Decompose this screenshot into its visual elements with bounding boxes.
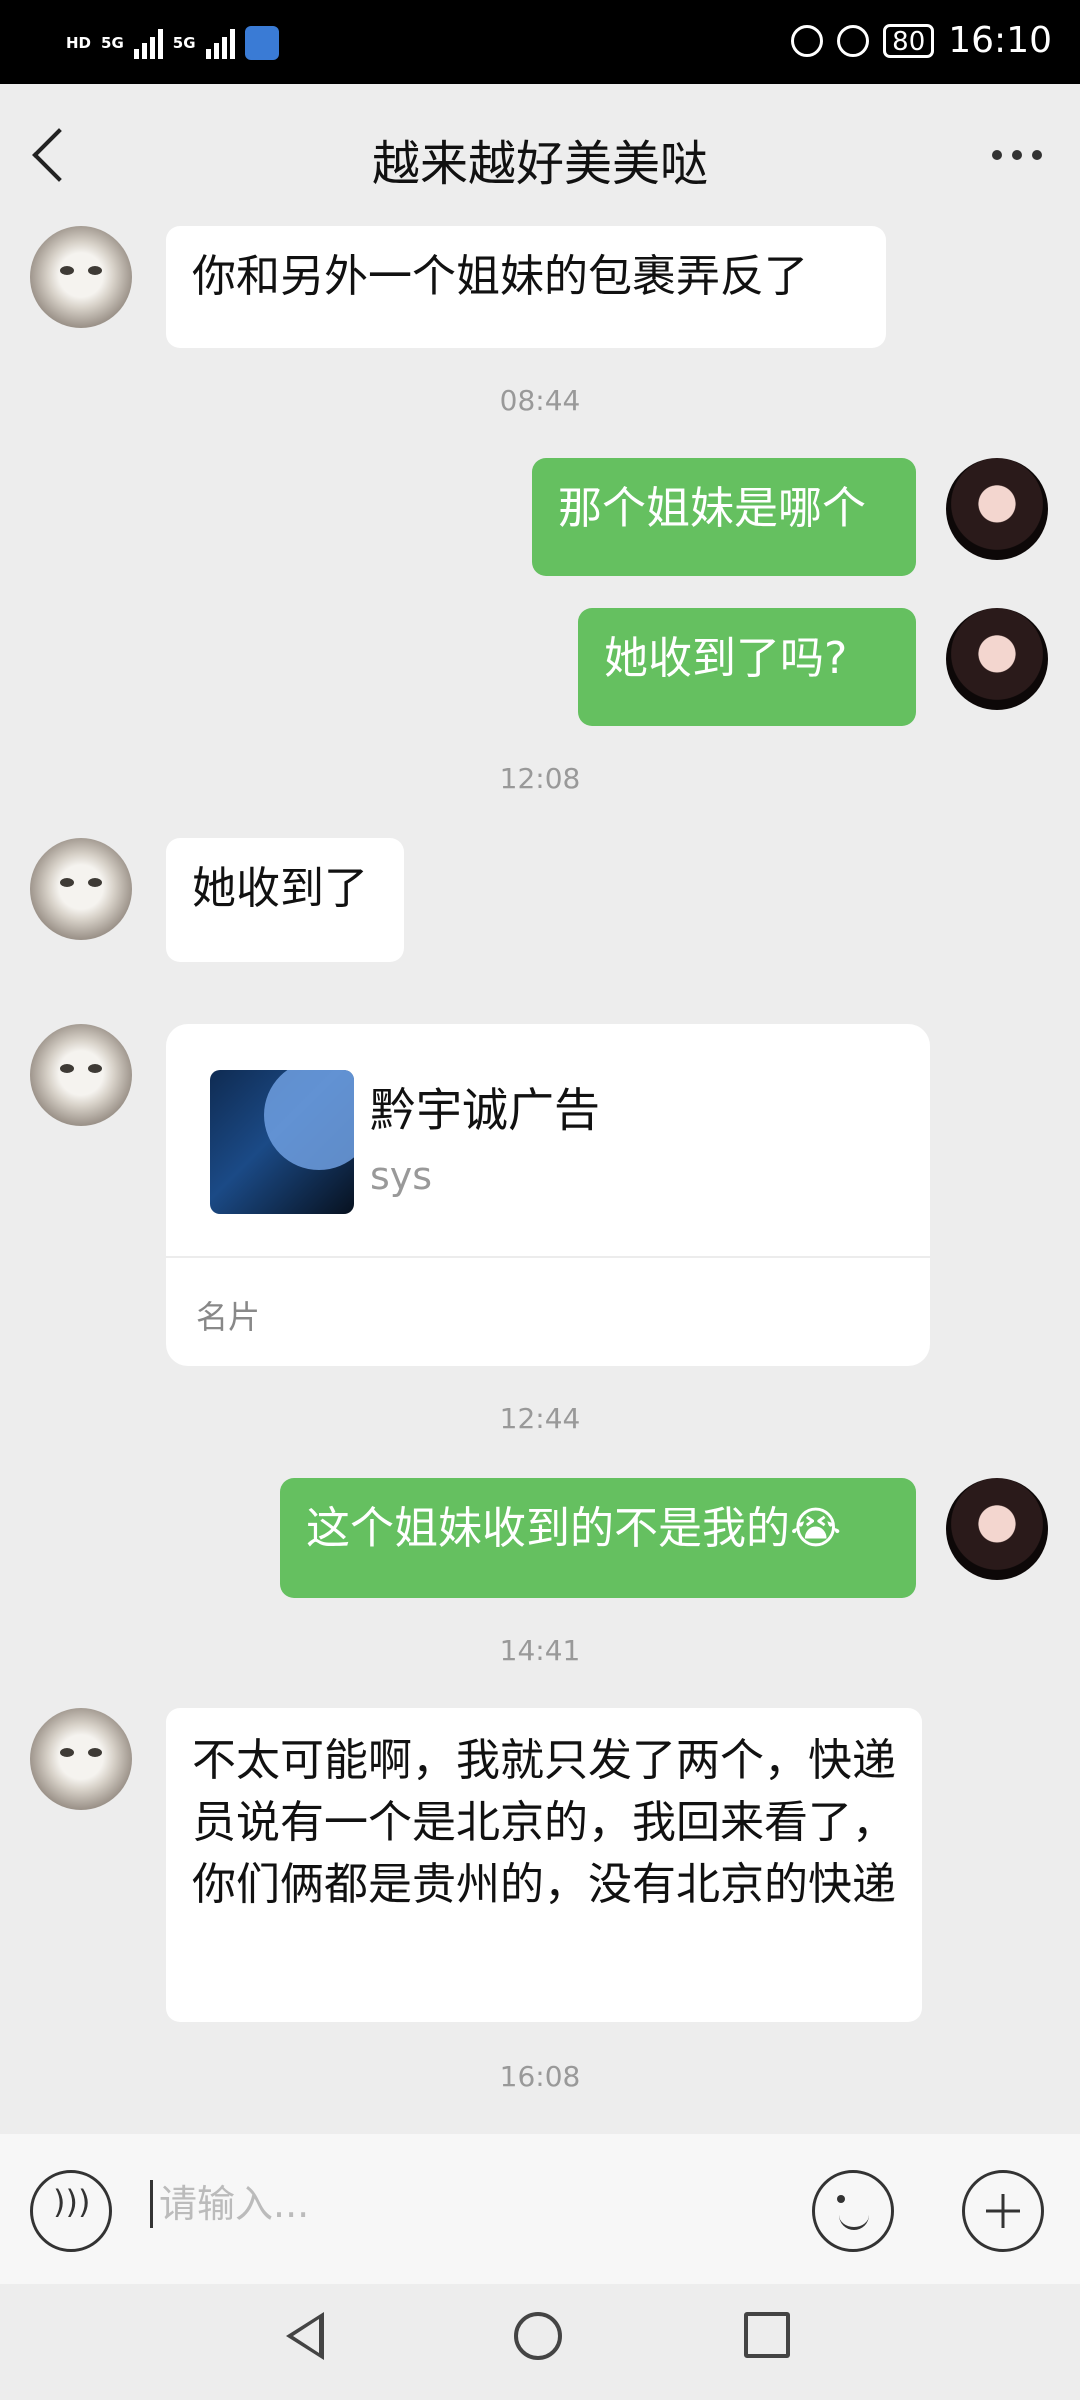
battery-indicator: 80 — [883, 23, 935, 58]
outgoing-message[interactable]: 那个姐妹是哪个 — [532, 458, 916, 576]
timestamp: 14:41 — [499, 1634, 581, 1667]
status-right: 80 16:10 — [791, 20, 1052, 61]
more-dots-icon[interactable] — [982, 140, 1052, 170]
app-notification-icon — [244, 26, 279, 60]
voice-icon[interactable] — [30, 2170, 112, 2252]
incoming-message[interactable]: 你和另外一个姐妹的包裹弄反了 — [166, 226, 886, 348]
signal-icon-2 — [205, 27, 235, 59]
status-time: 16:10 — [948, 20, 1052, 61]
card-subtitle: sys — [370, 1154, 433, 1198]
incoming-message[interactable]: 不太可能啊，我就只发了两个，快递员说有一个是北京的，我回来看了，你们俩都是贵州的… — [166, 1708, 922, 2022]
contact-avatar[interactable] — [30, 226, 132, 328]
hd-label: HD — [66, 34, 92, 52]
contact-avatar[interactable] — [30, 1024, 132, 1126]
timestamp: 08:44 — [499, 384, 581, 417]
nav-home-icon[interactable] — [514, 2312, 562, 2360]
data-saver-icon — [791, 24, 824, 57]
card-thumbnail — [210, 1070, 354, 1214]
card-type-label: 名片 — [196, 1298, 261, 1336]
contact-avatar[interactable] — [30, 838, 132, 940]
timestamp: 16:08 — [499, 2060, 581, 2093]
contact-avatar[interactable] — [30, 1708, 132, 1810]
5g-label-2: 5G — [172, 34, 196, 52]
timestamp: 12:44 — [499, 1402, 581, 1435]
alarm-icon — [837, 24, 870, 57]
status-bar: HD 5G 5G 80 16:10 — [0, 0, 1080, 84]
5g-label: 5G — [101, 34, 124, 52]
chat-title: 越来越好美美哒 — [371, 136, 708, 192]
emoji-icon[interactable] — [812, 2170, 894, 2252]
card-name: 黔宇诚广告 — [370, 1083, 600, 1137]
nav-back-icon[interactable] — [286, 2312, 324, 2360]
status-left: HD 5G 5G — [66, 26, 279, 60]
signal-icon — [133, 27, 163, 59]
self-avatar[interactable] — [946, 458, 1048, 560]
outgoing-message[interactable]: 这个姐妹收到的不是我的😭 — [280, 1478, 916, 1598]
message-input[interactable]: 请输入... — [150, 2180, 309, 2228]
system-navbar — [0, 2284, 1080, 2400]
card-divider — [166, 1256, 930, 1258]
plus-icon[interactable] — [962, 2170, 1044, 2252]
nav-recent-icon[interactable] — [744, 2312, 790, 2358]
chat-header: 越来越好美美哒 — [0, 84, 1080, 226]
self-avatar[interactable] — [946, 1478, 1048, 1580]
self-avatar[interactable] — [946, 608, 1048, 710]
timestamp: 12:08 — [499, 762, 581, 795]
incoming-message[interactable]: 她收到了 — [166, 838, 404, 962]
message-composer: 请输入... — [0, 2134, 1080, 2284]
contact-card-message[interactable]: 黔宇诚广告 sys 名片 — [166, 1024, 930, 1366]
outgoing-message[interactable]: 她收到了吗? — [578, 608, 916, 726]
